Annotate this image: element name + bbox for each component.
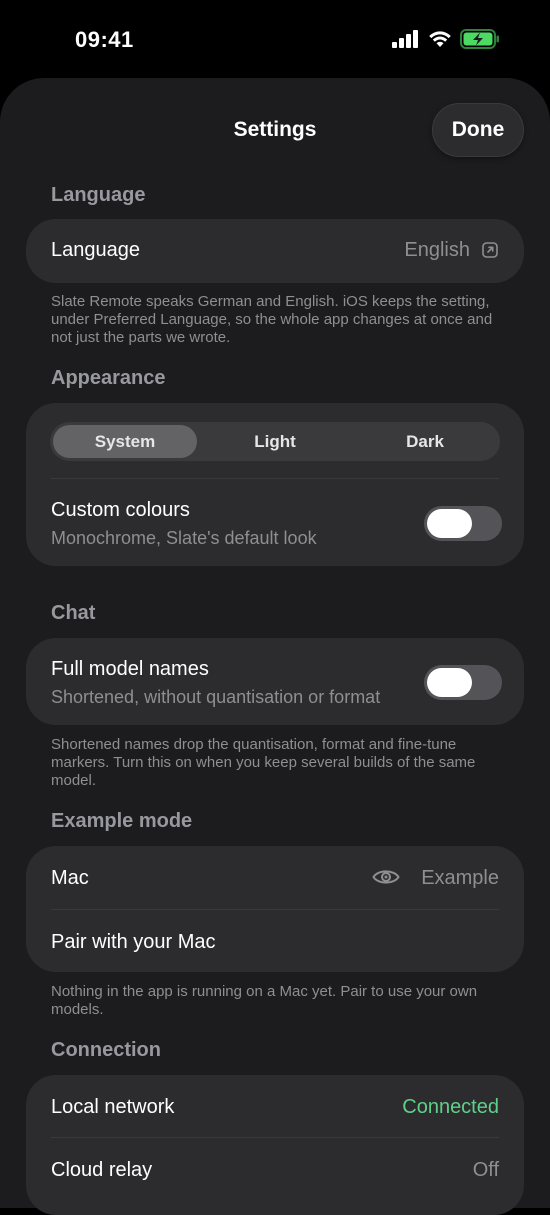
segment-dark[interactable]: Dark: [350, 422, 500, 461]
appearance-card: System Light Dark Custom colours Monochr…: [26, 403, 524, 566]
custom-colours-label: Custom colours: [51, 499, 190, 521]
full-model-names-label: Full model names: [51, 658, 209, 680]
section-header-example-mode: Example mode: [51, 810, 193, 832]
section-header-language: Language: [51, 184, 146, 206]
cloud-relay-row[interactable]: Cloud relay Off: [26, 1137, 524, 1201]
signal-icon: [392, 29, 420, 53]
wifi-icon: [427, 29, 453, 53]
mac-row-label: Mac: [51, 867, 89, 889]
custom-colours-subtitle: Monochrome, Slate's default look: [51, 528, 317, 548]
status-bar: 09:41: [0, 0, 550, 80]
example-mode-footnote: Nothing in the app is running on a Mac y…: [51, 983, 478, 1018]
battery-charging-icon: [460, 28, 500, 54]
local-network-status: Connected: [402, 1096, 499, 1118]
appearance-segmented-control: System Light Dark: [50, 422, 500, 461]
custom-colours-toggle[interactable]: [424, 506, 502, 541]
language-row-label: Language: [51, 239, 140, 261]
chat-card: Full model names Shortened, without quan…: [26, 638, 524, 725]
example-mode-card: Mac Example Pair with your Mac: [26, 846, 524, 972]
full-model-names-subtitle: Shortened, without quantisation or forma…: [51, 687, 381, 707]
section-header-connection: Connection: [51, 1039, 161, 1061]
cloud-relay-label: Cloud relay: [51, 1159, 153, 1181]
local-network-row[interactable]: Local network Connected: [26, 1075, 524, 1137]
connection-card: Local network Connected Cloud relay Off: [26, 1075, 524, 1215]
status-time: 09:41: [75, 27, 134, 52]
eye-icon: [372, 868, 400, 891]
full-model-names-toggle[interactable]: [424, 665, 502, 700]
pair-with-mac-row[interactable]: Pair with your Mac: [26, 909, 524, 972]
mac-row-value: Example: [421, 867, 499, 889]
cloud-relay-status: Off: [472, 1159, 499, 1181]
toggle-knob: [427, 668, 472, 697]
status-icons: [392, 28, 500, 54]
local-network-label: Local network: [51, 1096, 175, 1118]
segment-system[interactable]: System: [53, 425, 197, 458]
done-button[interactable]: Done: [432, 103, 524, 157]
section-header-appearance: Appearance: [51, 367, 166, 389]
toggle-knob: [427, 509, 472, 538]
pair-with-mac-label: Pair with your Mac: [51, 931, 216, 953]
chat-footnote: Shortened names drop the quantisation, f…: [51, 736, 476, 789]
mac-row[interactable]: Mac Example: [26, 846, 524, 909]
section-header-chat: Chat: [51, 602, 96, 624]
settings-sheet: Settings Done Language Language English …: [0, 78, 550, 1215]
language-footnote: Slate Remote speaks German and English. …: [51, 293, 493, 346]
language-card: Language English: [26, 219, 524, 283]
language-row[interactable]: Language English: [26, 219, 524, 283]
divider: [51, 478, 499, 479]
language-row-value: English: [404, 239, 470, 261]
external-link-icon: [482, 242, 498, 263]
segment-light[interactable]: Light: [200, 422, 350, 461]
